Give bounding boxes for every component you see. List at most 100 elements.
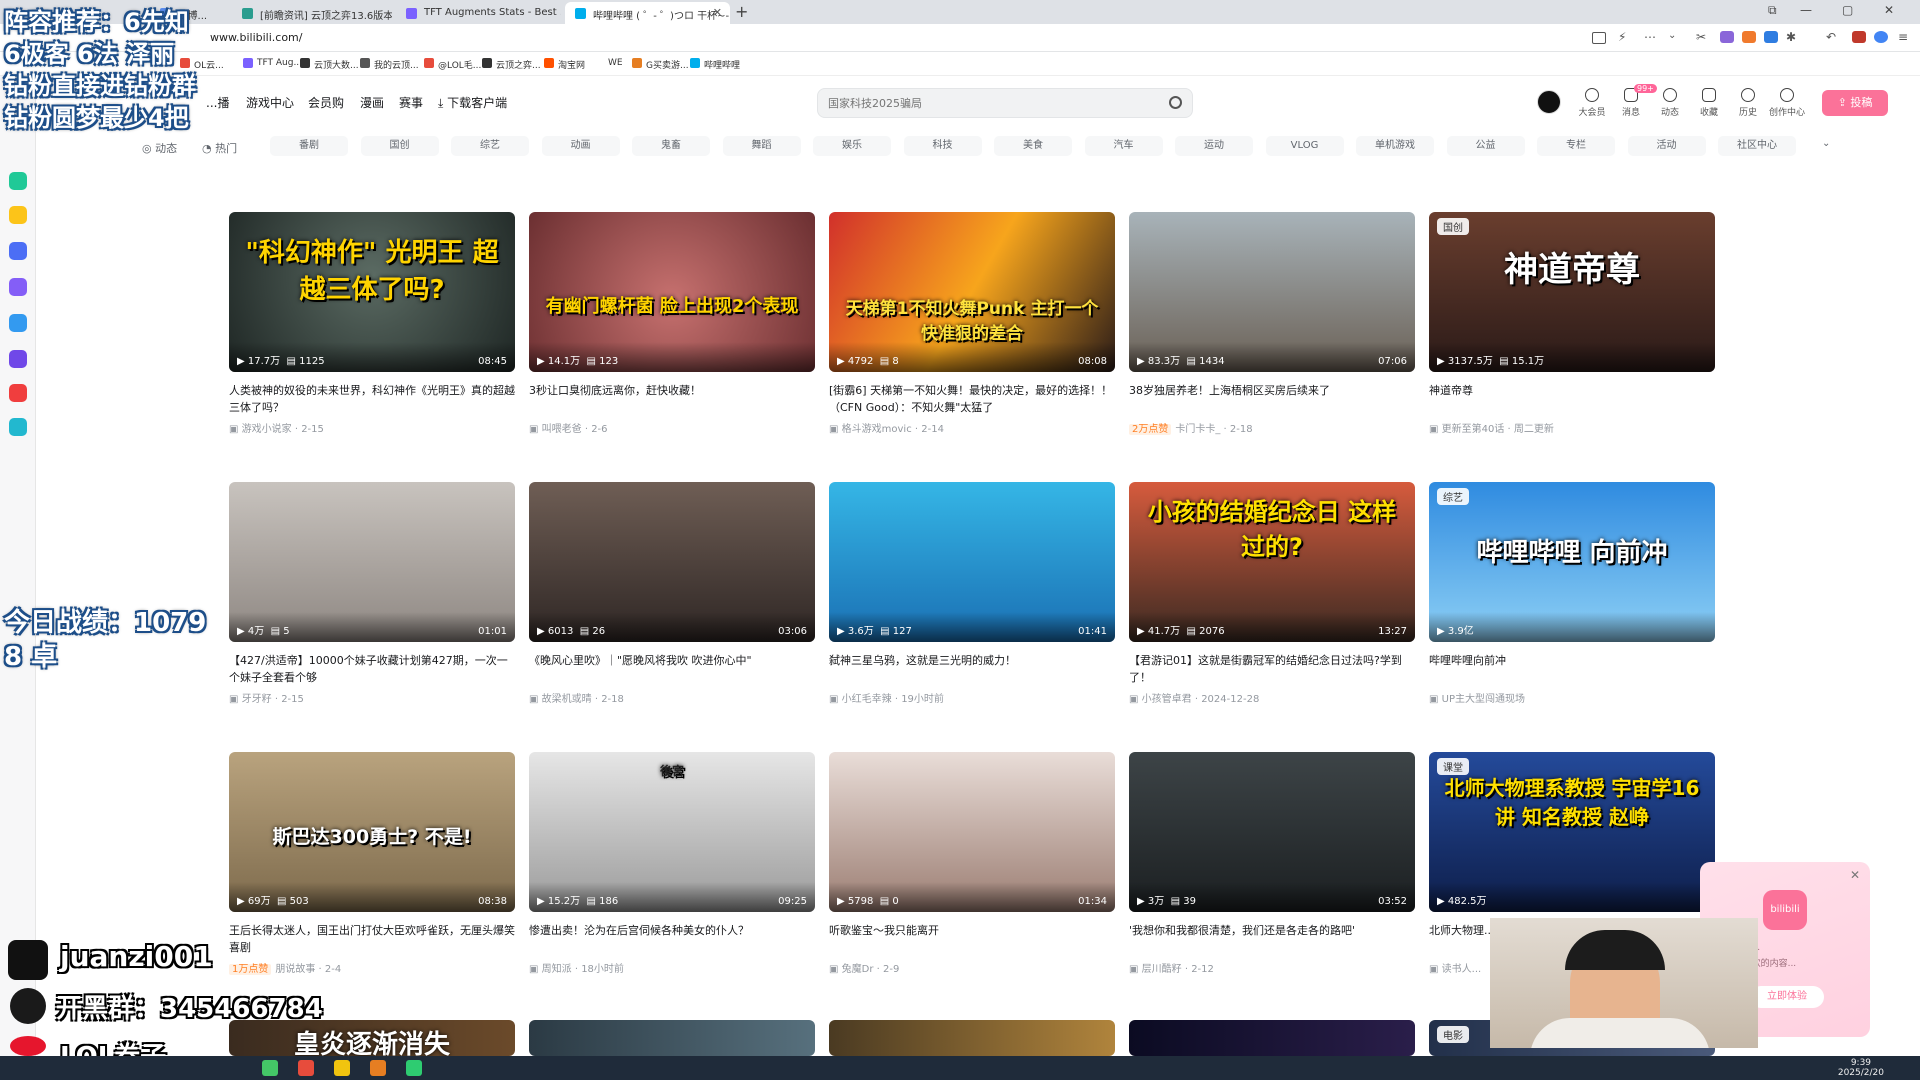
video-thumbnail[interactable]: 後宮 ▶ 15.2万 ▤ 186 09:25 bbox=[529, 752, 815, 912]
video-thumbnail[interactable] bbox=[1129, 1020, 1415, 1056]
video-card[interactable] bbox=[1129, 1020, 1415, 1056]
video-author[interactable]: 小孩管卓君 bbox=[1142, 694, 1192, 705]
minimize-icon[interactable]: — bbox=[1800, 3, 1812, 17]
video-title[interactable]: 【427/洪适帝】10000个妹子收藏计划第427期，一次一个妹子全套看个够 bbox=[229, 652, 515, 686]
lightning-icon[interactable]: ⚡ bbox=[1618, 30, 1632, 44]
video-thumbnail[interactable] bbox=[829, 1020, 1115, 1056]
game-icon[interactable] bbox=[9, 384, 27, 402]
nav-link-mall[interactable]: 会员购 bbox=[308, 94, 344, 111]
channel-item[interactable]: VLOG bbox=[1265, 136, 1344, 156]
close-icon[interactable]: ✕ bbox=[713, 6, 722, 19]
video-title[interactable]: 弑神三星乌鸦，这就是三光明的威力！ bbox=[829, 652, 1115, 686]
app-icon[interactable] bbox=[406, 1060, 422, 1076]
bookmark[interactable]: G买卖游... bbox=[632, 58, 689, 71]
video-author[interactable]: 小红毛幸辣 bbox=[842, 694, 892, 705]
app-icon[interactable] bbox=[334, 1060, 350, 1076]
channel-item[interactable]: 公益 bbox=[1446, 136, 1525, 156]
video-author[interactable]: 卡门卡卡_ bbox=[1175, 424, 1220, 435]
video-card[interactable]: ▶ 6013 ▤ 26 03:06 《晚风心里吹》｜"愿晚风将我吹 吹进你心中" ▣ … bbox=[529, 482, 815, 705]
app-icon[interactable] bbox=[298, 1060, 314, 1076]
channel-item[interactable]: 运动 bbox=[1175, 136, 1253, 156]
video-title[interactable]: 38岁独居养老！上海梧桐区买房后续来了 bbox=[1129, 382, 1415, 416]
sidebar-app-icon[interactable] bbox=[9, 278, 27, 296]
video-card[interactable]: 後宮 ▶ 15.2万 ▤ 186 09:25 惨遭出卖！沦为在后宫伺候各种美女的仆人？… bbox=[529, 752, 815, 975]
video-card[interactable]: "科幻神作" 光明王 超越三体了吗? ▶ 17.7万 ▤ 1125 08:45 人类被… bbox=[229, 212, 515, 435]
star-icon[interactable] bbox=[9, 206, 27, 224]
extension-icon[interactable] bbox=[1852, 31, 1866, 43]
close-window-icon[interactable]: ✕ bbox=[1884, 3, 1894, 17]
search-input[interactable] bbox=[828, 95, 1158, 111]
chevron-down-icon[interactable]: ⌄ bbox=[1668, 30, 1682, 42]
channel-item[interactable]: 舞蹈 bbox=[722, 136, 801, 156]
search-icon[interactable] bbox=[1169, 96, 1182, 109]
video-card[interactable]: 斯巴达300勇士? 不是! ▶ 69万 ▤ 503 08:38 王后长得太迷人，国王出… bbox=[229, 752, 515, 975]
bookmark[interactable]: 淘宝网 bbox=[544, 58, 585, 71]
video-thumbnail[interactable]: ▶ 83.3万 ▤ 1434 07:06 bbox=[1129, 212, 1415, 372]
video-card[interactable]: 天梯第1不知火舞Punk 主打一个快准狠的差合 ▶ 4792 ▤ 8 08:08 [街… bbox=[829, 212, 1115, 435]
pin-icon[interactable]: ⧉ bbox=[1768, 3, 1777, 18]
video-author[interactable]: UP主大型闯通现场 bbox=[1442, 694, 1525, 705]
video-title[interactable]: 神道帝尊 bbox=[1429, 382, 1715, 416]
avatar[interactable] bbox=[1537, 90, 1561, 114]
bookmark[interactable]: WE bbox=[594, 58, 623, 68]
nav-link-esports[interactable]: 赛事 bbox=[399, 94, 423, 111]
sidebar-app-icon[interactable] bbox=[9, 418, 27, 436]
bookmark[interactable]: TFT Aug... bbox=[243, 58, 302, 68]
video-thumbnail[interactable]: ▶ 5798 ▤ 0 01:34 bbox=[829, 752, 1115, 912]
nav-link-live[interactable]: ...播 bbox=[206, 94, 229, 111]
app-icon[interactable] bbox=[262, 1060, 278, 1076]
sidebar-app-icon[interactable] bbox=[9, 242, 27, 260]
channel-item[interactable]: 鬼畜 bbox=[632, 136, 710, 156]
channel-item[interactable]: 娱乐 bbox=[813, 136, 891, 156]
video-author[interactable]: 读书人... bbox=[1442, 964, 1482, 975]
puzzle-icon[interactable]: ✱ bbox=[1786, 30, 1800, 44]
nav-message[interactable]: 99+ 消息 bbox=[1611, 84, 1657, 118]
video-card[interactable]: ▶ 5798 ▤ 0 01:34 听歌鉴宝～我只能离开 ▣ 兔魔Dr · 2-9 bbox=[829, 752, 1115, 975]
nav-history[interactable]: 历史 bbox=[1728, 88, 1768, 118]
nav-link-manga[interactable]: 漫画 bbox=[360, 94, 384, 111]
channel-item[interactable]: 动画 bbox=[541, 136, 620, 156]
video-author[interactable]: 层川酷籽 bbox=[1142, 964, 1182, 975]
video-author[interactable]: 叫喂老爸 bbox=[542, 424, 582, 435]
video-title[interactable]: 哔哩哔哩向前冲 bbox=[1429, 652, 1715, 686]
video-author[interactable]: 故梁机或晴 bbox=[542, 694, 592, 705]
video-card[interactable]: ▶ 4万 ▤ 5 01:01 【427/洪适帝】10000个妹子收藏计划第427期，… bbox=[229, 482, 515, 705]
channel-item[interactable]: 综艺 bbox=[451, 136, 529, 156]
video-card[interactable]: 哔哩哔哩 向前冲 综艺 ▶ 3.9亿 哔哩哔哩向前冲 ▣ UP主大型闯通现场 bbox=[1429, 482, 1715, 705]
video-title[interactable]: 听歌鉴宝～我只能离开 bbox=[829, 922, 1115, 956]
video-author[interactable]: 牙牙籽 bbox=[242, 694, 272, 705]
video-title[interactable]: 惨遭出卖！沦为在后宫伺候各种美女的仆人？ bbox=[529, 922, 815, 956]
undo-icon[interactable]: ↶ bbox=[1826, 30, 1840, 44]
video-title[interactable]: 王后长得太迷人，国王出门打仗大臣欢呼雀跃，无厘头爆笑喜剧 bbox=[229, 922, 515, 956]
maximize-icon[interactable]: ▢ bbox=[1842, 3, 1853, 17]
video-thumbnail[interactable]: 皇炎逐渐消失 bbox=[229, 1020, 515, 1056]
screenshot-icon[interactable] bbox=[1592, 32, 1606, 44]
more-icon[interactable]: ⋯ bbox=[1644, 30, 1658, 44]
nav-vip[interactable]: 大会员 bbox=[1572, 88, 1612, 118]
video-card[interactable]: 有幽门螺杆菌 脸上出现2个表现 ▶ 14.1万 ▤ 123 3秒让口臭彻底远离你，赶… bbox=[529, 212, 815, 435]
video-thumbnail[interactable]: ▶ 3.6万 ▤ 127 01:41 bbox=[829, 482, 1115, 642]
video-card[interactable] bbox=[529, 1020, 815, 1056]
video-title[interactable]: [街霸6] 天梯第一不知火舞！最快的决定，最好的选择！！（CFN Good）：不… bbox=[829, 382, 1115, 416]
channel-item[interactable]: 单机游戏 bbox=[1356, 136, 1434, 156]
video-title[interactable]: '我想你和我都很清楚，我们还是各走各的路吧' bbox=[1129, 922, 1415, 956]
video-card[interactable]: ▶ 3.6万 ▤ 127 01:41 弑神三星乌鸦，这就是三光明的威力！ ▣ 小红毛幸… bbox=[829, 482, 1115, 705]
video-thumbnail[interactable]: 有幽门螺杆菌 脸上出现2个表现 ▶ 14.1万 ▤ 123 bbox=[529, 212, 815, 372]
video-thumbnail[interactable]: 哔哩哔哩 向前冲 综艺 ▶ 3.9亿 bbox=[1429, 482, 1715, 642]
cut-icon[interactable]: ✂ bbox=[1696, 30, 1710, 44]
video-card[interactable]: 神道帝尊 国创 ▶ 3137.5万 ▤ 15.1万 神道帝尊 ▣ 更新至第40话 · 周… bbox=[1429, 212, 1715, 435]
nav-creator-center[interactable]: 创作中心 bbox=[1767, 88, 1807, 118]
channel-dynamic[interactable]: ◎ 动态 bbox=[142, 140, 177, 156]
channel-item[interactable]: 番剧 bbox=[270, 136, 348, 156]
video-card[interactable]: ▶ 83.3万 ▤ 1434 07:06 38岁独居养老！上海梧桐区买房后续来了 2万… bbox=[1129, 212, 1415, 435]
video-thumbnail[interactable]: 斯巴达300勇士? 不是! ▶ 69万 ▤ 503 08:38 bbox=[229, 752, 515, 912]
video-card[interactable] bbox=[829, 1020, 1115, 1056]
browser-account-icon[interactable] bbox=[1874, 31, 1888, 43]
video-author[interactable]: 兔魔Dr bbox=[842, 964, 874, 975]
channel-item[interactable]: 美食 bbox=[994, 136, 1072, 156]
video-title[interactable]: 3秒让口臭彻底远离你，赶快收藏！ bbox=[529, 382, 815, 416]
browser-tab[interactable]: TFT Augments Stats - Best ... bbox=[396, 2, 561, 24]
nav-favorites[interactable]: 收藏 bbox=[1689, 88, 1729, 118]
bookmark[interactable]: 云顶之弈... bbox=[482, 58, 541, 71]
upload-button[interactable]: ⇪ 投稿 bbox=[1822, 90, 1888, 116]
